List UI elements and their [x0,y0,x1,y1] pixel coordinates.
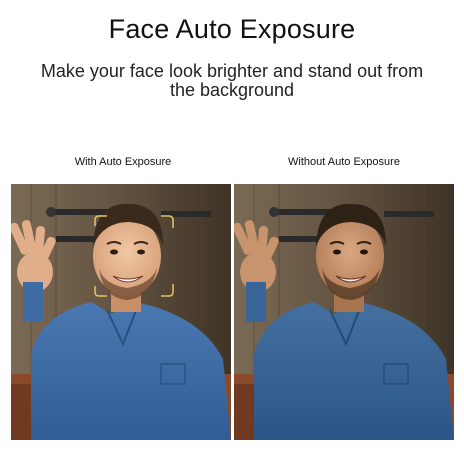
with-auto-exposure-label: With Auto Exposure [74,156,172,168]
with-auto-exposure-photo [11,184,231,440]
page-subtitle: Make your face look brighter and stand o… [40,61,424,100]
page-title: Face Auto Exposure [108,14,356,44]
without-auto-exposure-photo [234,184,454,440]
without-auto-exposure-label: Without Auto Exposure [288,156,400,168]
